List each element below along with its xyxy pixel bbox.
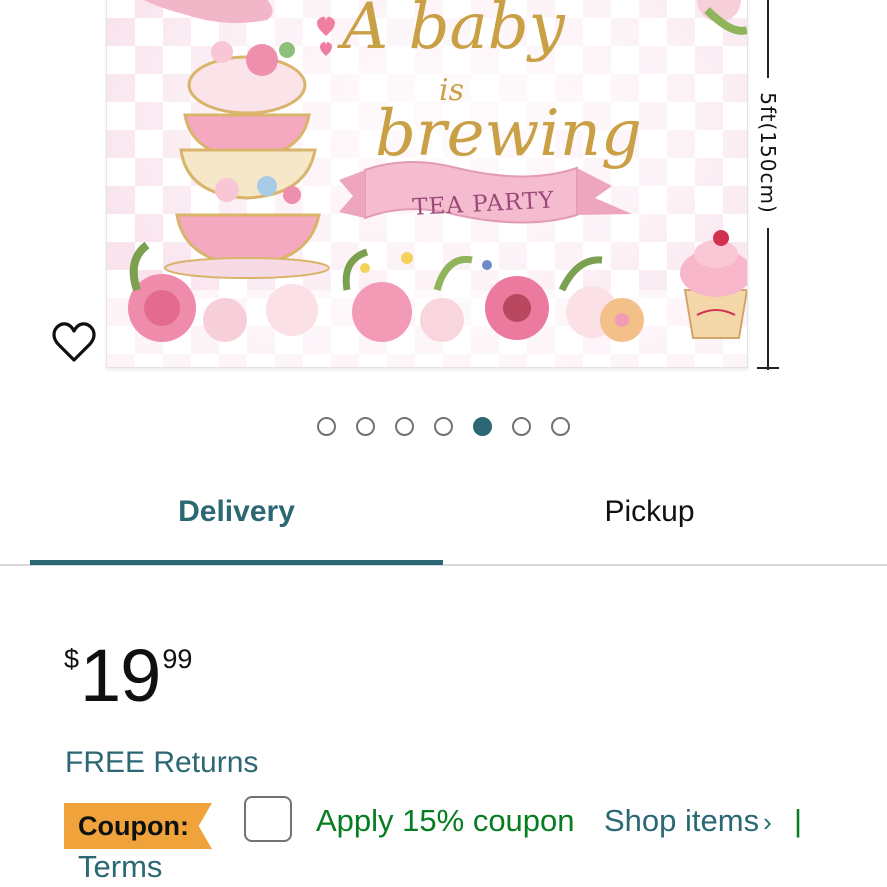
flower — [283, 186, 301, 204]
active-tab-indicator — [30, 560, 443, 565]
shop-items-label: Shop items — [604, 803, 760, 838]
tea-party-artwork: A baby is brewing TEA PARTY — [107, 0, 747, 367]
rose — [352, 282, 412, 342]
small-flower — [360, 263, 370, 273]
flower — [215, 178, 239, 202]
fulfillment-tabs: Delivery Pickup — [0, 480, 887, 566]
dimension-label: 5ft(150cm) — [751, 78, 785, 228]
small-flower — [482, 260, 492, 270]
leaf — [433, 255, 473, 292]
carousel-dot[interactable] — [356, 417, 375, 436]
product-image-carousel[interactable]: A baby is brewing TEA PARTY 5ft(150cm) — [0, 0, 887, 395]
flower — [246, 44, 278, 76]
dimension-label-text: 5ft(150cm) — [756, 92, 781, 214]
product-image[interactable]: A baby is brewing TEA PARTY — [106, 0, 748, 368]
separator: | — [794, 803, 803, 838]
rose — [203, 298, 247, 342]
tab-delivery[interactable]: Delivery — [30, 480, 443, 564]
carousel-dot[interactable] — [512, 417, 531, 436]
heart-decoration — [317, 16, 335, 36]
script-title-line3: brewing — [375, 97, 642, 171]
wishlist-heart-icon[interactable] — [50, 320, 98, 364]
dimension-tick — [757, 367, 779, 369]
carousel-dot-active[interactable] — [473, 417, 492, 436]
rose-center — [144, 290, 180, 326]
cherry — [713, 230, 729, 246]
carousel-dot[interactable] — [317, 417, 336, 436]
ribbon-tail-left — [339, 170, 365, 218]
rose — [420, 298, 464, 342]
small-flower — [401, 252, 413, 264]
rose — [266, 284, 318, 336]
carousel-dot[interactable] — [551, 417, 570, 436]
heart-outline-icon — [52, 322, 96, 362]
coupon-badge: Coupon: — [64, 803, 212, 849]
coupon-terms-link[interactable]: Terms — [78, 849, 162, 885]
cupcake-base — [683, 289, 747, 339]
leaf — [558, 256, 603, 292]
ribbon-tail-right — [577, 168, 632, 215]
free-returns-link[interactable]: FREE Returns — [65, 746, 258, 780]
flower — [211, 41, 233, 63]
coupon-checkbox[interactable] — [244, 796, 292, 842]
apply-coupon-label[interactable]: Apply 15% coupon — [316, 803, 575, 839]
chevron-right-icon: › — [763, 807, 772, 837]
script-title-line1: A baby — [337, 0, 566, 64]
price-fraction: 99 — [162, 644, 193, 674]
teapot-shape — [143, 0, 273, 24]
tab-pickup[interactable]: Pickup — [443, 480, 856, 564]
carousel-dot[interactable] — [434, 417, 453, 436]
shop-items-link[interactable]: Shop items › — [604, 803, 772, 839]
price-currency-symbol: $ — [64, 644, 80, 674]
price-whole: 19 — [80, 634, 161, 717]
flower — [257, 176, 277, 196]
carousel-dot[interactable] — [395, 417, 414, 436]
price: $ 19 99 — [64, 636, 192, 716]
donut-icing — [615, 313, 629, 327]
rose-center — [503, 294, 531, 322]
saucer — [164, 257, 330, 279]
leaf — [279, 42, 295, 58]
carousel-dots — [0, 417, 887, 437]
heart-decoration — [320, 42, 332, 56]
